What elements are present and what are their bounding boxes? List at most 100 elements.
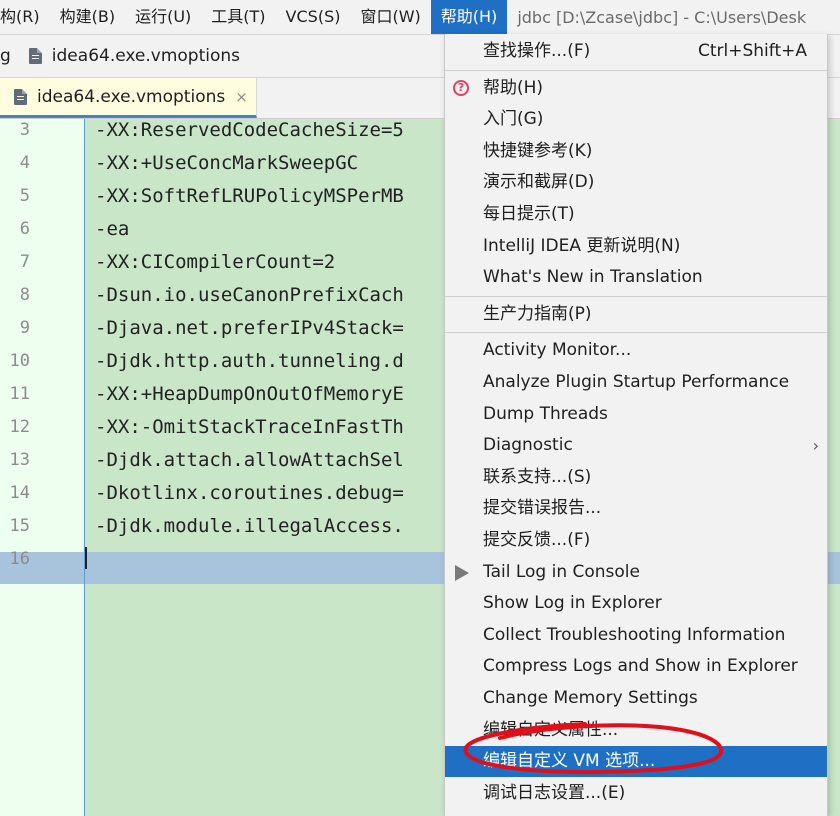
play-icon	[455, 564, 469, 581]
menu-item-label: Change Memory Settings	[483, 688, 698, 708]
line-number: 11	[9, 384, 30, 404]
menu-item-label: 帮助(H)	[483, 77, 544, 98]
menu-item[interactable]: Activity Monitor...	[445, 335, 827, 366]
chevron-right-icon: ›	[812, 436, 819, 456]
code-line[interactable]: -Djdk.attach.allowAttachSel	[95, 450, 404, 483]
file-icon	[14, 88, 27, 105]
menu-item[interactable]: 联系支持...(S)	[445, 462, 827, 493]
menu-refactor[interactable]: 构(R)	[0, 0, 50, 34]
line-number: 7	[19, 252, 30, 272]
menu-item-label: Dump Threads	[483, 403, 608, 424]
menu-item-label: 查找操作...(F)	[483, 41, 591, 61]
menu-item[interactable]: 提交错误报告...	[445, 493, 827, 524]
menu-item[interactable]: IntelliJ IDEA 更新说明(N)	[445, 231, 827, 262]
line-number: 16	[9, 549, 30, 569]
menu-item[interactable]: Tail Log in Console	[445, 557, 827, 588]
code-line[interactable]: -XX:ReservedCodeCacheSize=5	[95, 120, 404, 153]
menu-build[interactable]: 构建(B)	[50, 0, 125, 34]
menu-vcs[interactable]: VCS(S)	[276, 0, 351, 34]
menu-window[interactable]: 窗口(W)	[350, 0, 430, 34]
code-line[interactable]: -ea	[95, 219, 129, 252]
menu-item-label: 调试日志设置...(E)	[483, 782, 626, 803]
line-number: 3	[19, 120, 30, 140]
code-line[interactable]: -XX:-OmitStackTraceInFastTh	[95, 417, 404, 450]
breadcrumb-prefix[interactable]: g	[0, 46, 11, 66]
menu-item[interactable]: Change Memory Settings	[445, 683, 827, 714]
window-title: jdbc [D:\Zcase\jdbc] - C:\Users\Desk	[517, 7, 807, 27]
menu-item-label: 编辑自定义 VM 选项...	[483, 751, 656, 772]
menu-item-label: Diagnostic	[483, 435, 573, 456]
menu-item[interactable]: 生产力指南(P)	[445, 299, 827, 330]
code-line[interactable]: -Dkotlinx.coroutines.debug=	[95, 483, 404, 516]
menu-item[interactable]: 提交反馈...(F)	[445, 525, 827, 556]
line-number: 12	[9, 417, 30, 437]
menu-item[interactable]: 编辑自定义 VM 选项...	[445, 746, 827, 778]
menu-item-label: Tail Log in Console	[483, 561, 640, 582]
menu-help[interactable]: 帮助(H)	[430, 0, 508, 34]
menu-item-label: 提交反馈...(F)	[483, 530, 591, 550]
menu-item-label: Activity Monitor...	[483, 340, 632, 361]
menu-item[interactable]: 演示和截屏(D)	[445, 167, 827, 198]
line-number: 6	[19, 219, 30, 239]
menu-item[interactable]: 查找操作...(F) Ctrl+Shift+A	[445, 36, 827, 67]
code-line[interactable]: -Dsun.io.useCanonPrefixCach	[95, 285, 404, 318]
menu-item-label: 入门(G)	[483, 109, 544, 130]
menu-item[interactable]: Dump Threads	[445, 399, 827, 430]
close-icon[interactable]: ×	[235, 88, 248, 106]
menu-item[interactable]: 编辑自定义属性...	[445, 715, 827, 746]
help-icon: ?	[453, 79, 469, 96]
menu-tools[interactable]: 工具(T)	[201, 0, 275, 34]
line-number-gutter: 3 4 5 6 7 8 9 10 11 12 13 14 15 16	[0, 119, 85, 816]
menu-item-label: 提交错误报告...	[483, 498, 602, 519]
menu-item-label: 编辑自定义属性...	[483, 719, 619, 740]
tab-label: idea64.exe.vmoptions	[37, 86, 226, 107]
menu-item[interactable]: ? 帮助(H)	[445, 73, 827, 104]
code-line[interactable]: -Djdk.http.auth.tunneling.d	[95, 351, 404, 384]
menu-item[interactable]: 快捷键参考(K)	[445, 136, 827, 167]
menu-item[interactable]: 每日提示(T)	[445, 199, 827, 230]
menu-item-label: 生产力指南(P)	[483, 303, 592, 324]
menu-item-label: What's New in Translation	[483, 267, 703, 288]
menu-item-label: IntelliJ IDEA 更新说明(N)	[483, 235, 681, 256]
menu-item[interactable]: What's New in Translation	[445, 262, 827, 293]
menu-item-label: 每日提示(T)	[483, 204, 575, 224]
code-line[interactable]: -Djava.net.preferIPv4Stack=	[95, 318, 404, 351]
breadcrumb-file[interactable]: idea64.exe.vmoptions	[52, 46, 240, 66]
menu-item-label: Analyze Plugin Startup Performance	[483, 372, 790, 392]
line-number: 5	[19, 186, 30, 206]
menu-item[interactable]: Diagnostic ›	[445, 430, 827, 461]
text-caret	[85, 547, 87, 569]
menu-bar: 构(R) 构建(B) 运行(U) 工具(T) VCS(S) 窗口(W) 帮助(H…	[0, 0, 840, 35]
menu-item[interactable]: Compress Logs and Show in Explorer	[445, 651, 827, 682]
menu-item-label: Show Log in Explorer	[483, 593, 662, 614]
file-icon	[28, 48, 42, 64]
menu-item-shortcut: Ctrl+Shift+A	[697, 41, 807, 61]
editor-tab[interactable]: idea64.exe.vmoptions ×	[0, 78, 257, 118]
code-line[interactable]: -Djdk.module.illegalAccess.	[95, 516, 404, 549]
help-menu-dropdown: 查找操作...(F) Ctrl+Shift+A? 帮助(H) 入门(G) 快捷键参考(K…	[444, 34, 828, 816]
menu-separator	[445, 332, 827, 334]
line-number: 4	[19, 153, 30, 173]
code-line[interactable]: -XX:CICompilerCount=2	[95, 252, 335, 285]
line-number: 8	[19, 285, 30, 305]
line-number: 9	[19, 318, 30, 338]
menu-item-label: Compress Logs and Show in Explorer	[483, 656, 798, 677]
menu-item-label: 联系支持...(S)	[483, 466, 592, 487]
menu-item[interactable]: Collect Troubleshooting Information	[445, 620, 827, 651]
line-number: 13	[9, 450, 30, 470]
line-number: 14	[9, 483, 30, 503]
line-number: 15	[9, 516, 30, 536]
menu-item-label: 演示和截屏(D)	[483, 172, 595, 193]
code-line[interactable]: -XX:+UseConcMarkSweepGC	[95, 153, 358, 186]
menu-run[interactable]: 运行(U)	[125, 0, 201, 34]
code-line[interactable]: -XX:+HeapDumpOnOutOfMemoryE	[95, 384, 404, 417]
menu-item[interactable]: Analyze Plugin Startup Performance	[445, 367, 827, 398]
menu-item[interactable]: Show Log in Explorer	[445, 588, 827, 619]
line-number: 10	[9, 351, 30, 371]
menu-item[interactable]: 入门(G)	[445, 104, 827, 135]
code-line[interactable]: -XX:SoftRefLRUPolicyMSPerMB	[95, 186, 404, 219]
menu-item-label: Collect Troubleshooting Information	[483, 624, 786, 645]
menu-separator	[445, 295, 827, 297]
menu-item[interactable]: 调试日志设置...(E)	[445, 778, 827, 809]
menu-separator	[445, 69, 827, 71]
